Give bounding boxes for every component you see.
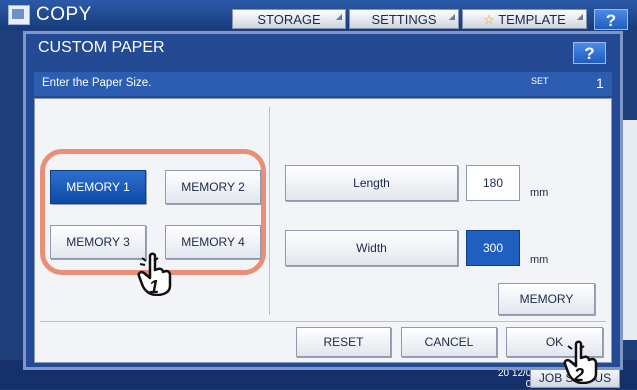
length-button[interactable]: Length — [285, 165, 458, 201]
chevron-down-icon: ◢ — [448, 12, 455, 21]
app-title: COPY — [36, 4, 92, 25]
set-number: 1 — [596, 75, 604, 91]
chevron-down-icon: ◢ — [335, 12, 342, 21]
help-button[interactable]: ? — [594, 9, 628, 30]
chevron-down-icon: ◢ — [576, 12, 583, 21]
memory-4-button[interactable]: MEMORY 4 — [165, 225, 261, 259]
settings-label: SETTINGS — [371, 12, 437, 27]
cancel-button[interactable]: CANCEL — [401, 327, 497, 357]
width-unit: mm — [530, 254, 549, 266]
dialog-title: CUSTOM PAPER — [38, 39, 165, 56]
star-icon: ☆ — [483, 12, 495, 27]
memory-1-button[interactable]: MEMORY 1 — [50, 170, 146, 204]
dialog-help-button[interactable]: ? — [573, 42, 606, 64]
storage-label: STORAGE — [257, 12, 321, 27]
storage-button[interactable]: STORAGE ◢ — [232, 9, 346, 29]
background-panel-edge — [622, 120, 637, 340]
template-button[interactable]: ☆ TEMPLATE ◢ — [462, 9, 587, 29]
instruction-text: Enter the Paper Size. — [42, 77, 152, 89]
tap-hand-icon: 2 — [562, 340, 602, 385]
top-bar: COPY STORAGE ◢ SETTINGS ◢ ☆ TEMPLATE ◢ ? — [0, 0, 637, 30]
template-label: TEMPLATE — [498, 12, 566, 27]
set-label: SET — [531, 76, 549, 86]
width-button[interactable]: Width — [285, 230, 458, 266]
vertical-divider — [269, 107, 270, 315]
reset-button[interactable]: RESET — [296, 327, 391, 357]
length-value[interactable]: 180 — [466, 165, 520, 201]
custom-paper-dialog: CUSTOM PAPER ? Enter the Paper Size. SET… — [23, 31, 623, 370]
memory-3-button[interactable]: MEMORY 3 — [50, 225, 146, 259]
tap-hand-icon: 1 — [136, 252, 176, 297]
settings-button[interactable]: SETTINGS ◢ — [349, 9, 459, 29]
length-unit: mm — [530, 187, 549, 199]
memory-save-button[interactable]: MEMORY — [498, 283, 595, 315]
horizontal-divider — [40, 321, 606, 322]
message-bar: Enter the Paper Size. SET 1 — [34, 72, 612, 96]
copy-app-icon — [8, 5, 30, 25]
step-2-number: 2 — [574, 365, 585, 385]
step-1-number: 1 — [149, 277, 160, 297]
width-value[interactable]: 300 — [466, 230, 520, 266]
memory-2-button[interactable]: MEMORY 2 — [165, 170, 261, 204]
paper-size-panel: MEMORY 1 MEMORY 2 MEMORY 3 MEMORY 4 Leng… — [34, 98, 612, 363]
